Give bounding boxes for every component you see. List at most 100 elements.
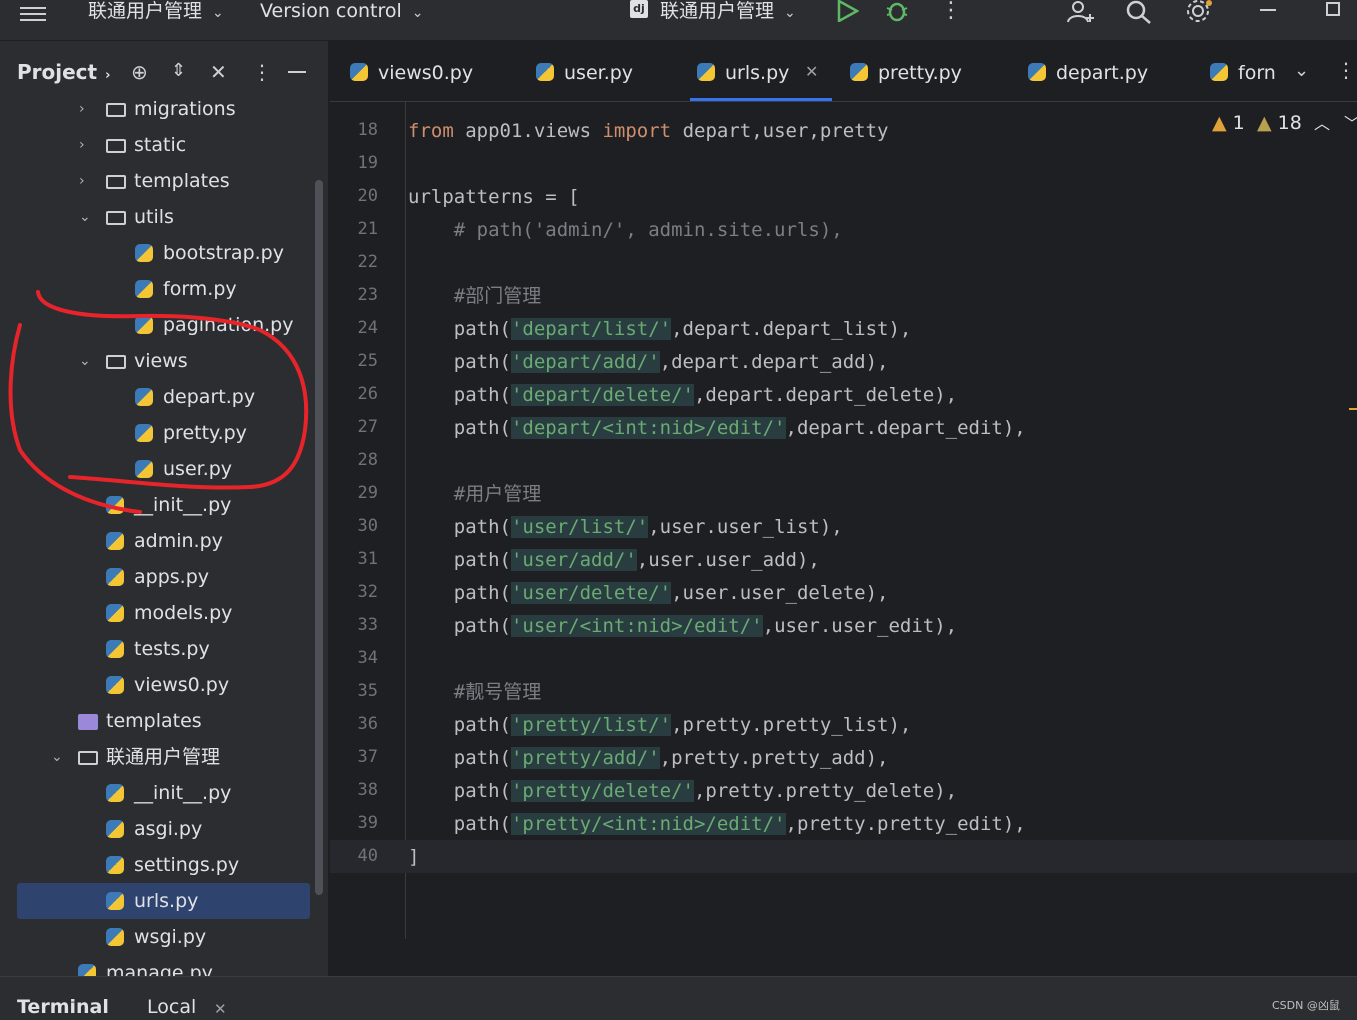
line-number: 40 bbox=[357, 846, 378, 866]
run-configuration-selector[interactable]: 联通用户管理 ⌄ bbox=[660, 0, 796, 24]
tree-item[interactable]: asgi.py bbox=[0, 811, 328, 847]
vcs-menu[interactable]: Version control ⌄ bbox=[260, 0, 424, 24]
code-line[interactable]: path('depart/<int:nid>/edit/',depart.dep… bbox=[408, 412, 1026, 445]
python-file-icon bbox=[106, 676, 124, 694]
code-line[interactable]: path('pretty/<int:nid>/edit/',pretty.pre… bbox=[408, 808, 1026, 841]
hide-panel-icon[interactable] bbox=[288, 71, 306, 73]
terminal-title[interactable]: Terminal bbox=[17, 996, 109, 1018]
tab-label: pretty.py bbox=[878, 62, 962, 84]
tree-item[interactable]: › templates bbox=[0, 163, 328, 199]
code-line[interactable]: path('user/add/',user.user_add), bbox=[408, 544, 820, 577]
warning-count-a[interactable]: ▲ 1 bbox=[1212, 112, 1245, 134]
tree-item[interactable]: wsgi.py bbox=[0, 919, 328, 955]
chevron-right-icon[interactable]: › bbox=[79, 163, 93, 199]
line-number: 28 bbox=[357, 450, 378, 470]
project-switcher[interactable]: 联通用户管理 ⌄ bbox=[88, 0, 224, 24]
line-number: 26 bbox=[357, 384, 378, 404]
previous-highlight-icon[interactable]: ︿ bbox=[1314, 110, 1330, 134]
settings-gear-icon[interactable] bbox=[1185, 0, 1215, 24]
tree-item-label: wsgi.py bbox=[134, 926, 207, 948]
tabs-dropdown-icon[interactable]: ⌄ bbox=[1294, 60, 1309, 81]
tree-item[interactable]: bootstrap.py bbox=[0, 235, 328, 271]
folder-icon bbox=[106, 175, 126, 189]
main-menu-icon[interactable] bbox=[20, 3, 46, 23]
chevron-right-icon[interactable]: › bbox=[79, 127, 93, 163]
code-line[interactable]: path('pretty/list/',pretty.pretty_list), bbox=[408, 709, 911, 742]
tree-item[interactable]: › migrations bbox=[0, 91, 328, 127]
tree-item-label: tests.py bbox=[134, 638, 210, 660]
tree-item[interactable]: tests.py bbox=[0, 631, 328, 667]
folder-icon bbox=[106, 139, 126, 153]
chevron-down-icon[interactable]: ⌄ bbox=[51, 739, 65, 775]
code-line[interactable]: #靓号管理 bbox=[408, 676, 541, 709]
python-file-icon bbox=[1028, 63, 1046, 81]
terminal-tab-local[interactable]: Local bbox=[147, 996, 196, 1018]
line-number: 34 bbox=[357, 648, 378, 668]
more-actions-icon[interactable]: ⋮ bbox=[940, 0, 962, 23]
code-line[interactable]: path('user/<int:nid>/edit/',user.user_ed… bbox=[408, 610, 957, 643]
current-line-highlight bbox=[330, 840, 1357, 873]
code-line[interactable]: path('pretty/delete/',pretty.pretty_dele… bbox=[408, 775, 957, 808]
code-line[interactable]: urlpatterns = [ bbox=[408, 181, 580, 214]
tree-item[interactable]: apps.py bbox=[0, 559, 328, 595]
code-line[interactable]: ] bbox=[408, 841, 419, 874]
tree-item[interactable]: templates bbox=[0, 703, 328, 739]
code-line[interactable]: #用户管理 bbox=[408, 478, 541, 511]
chevron-down-icon: ⌄ bbox=[784, 5, 796, 21]
code-line[interactable]: #部门管理 bbox=[408, 280, 541, 313]
python-file-icon bbox=[697, 63, 715, 81]
tree-item[interactable]: ⌄ utils bbox=[0, 199, 328, 235]
tree-item-label: templates bbox=[134, 170, 230, 192]
tree-item[interactable]: views0.py bbox=[0, 667, 328, 703]
run-config-name: 联通用户管理 bbox=[660, 0, 775, 22]
tab-label: views0.py bbox=[378, 62, 474, 84]
python-file-icon bbox=[106, 604, 124, 622]
line-number: 31 bbox=[357, 549, 378, 569]
code-line[interactable]: # path('admin/', admin.site.urls), bbox=[408, 214, 843, 247]
tree-item[interactable]: › static bbox=[0, 127, 328, 163]
python-file-icon bbox=[106, 928, 124, 946]
warning-count-b[interactable]: ▲ 18 bbox=[1257, 112, 1302, 134]
line-number: 36 bbox=[357, 714, 378, 734]
minimize-window-icon[interactable] bbox=[1260, 9, 1276, 11]
tree-item[interactable]: ⌄ 联通用户管理 bbox=[0, 739, 328, 775]
panel-options-icon[interactable]: ⋮ bbox=[252, 60, 272, 84]
line-number: 37 bbox=[357, 747, 378, 767]
run-icon[interactable] bbox=[835, 0, 859, 22]
chevron-right-icon[interactable]: › bbox=[79, 91, 93, 127]
chevron-down-icon[interactable]: ⌄ bbox=[79, 199, 93, 235]
search-icon[interactable] bbox=[1126, 0, 1152, 24]
tree-item[interactable]: models.py bbox=[0, 595, 328, 631]
line-number: 27 bbox=[357, 417, 378, 437]
code-line[interactable]: path('depart/list/',depart.depart_list), bbox=[408, 313, 911, 346]
tree-item[interactable]: settings.py bbox=[0, 847, 328, 883]
project-panel-title[interactable]: Project › bbox=[17, 60, 110, 84]
code-line[interactable]: path('depart/delete/',depart.depart_dele… bbox=[408, 379, 957, 412]
debug-icon[interactable] bbox=[884, 0, 910, 22]
code-line[interactable]: path('user/delete/',user.user_delete), bbox=[408, 577, 888, 610]
close-terminal-tab-icon[interactable]: ✕ bbox=[214, 1000, 227, 1018]
tree-item[interactable]: __init__.py bbox=[0, 775, 328, 811]
project-panel-header: Project › ⊕ ⇕ ✕ ⋮ bbox=[0, 52, 328, 92]
line-number: 22 bbox=[357, 252, 378, 272]
tree-item[interactable]: urls.py bbox=[17, 883, 310, 919]
maximize-window-icon[interactable] bbox=[1326, 2, 1340, 16]
python-file-icon bbox=[350, 63, 368, 81]
collapse-all-icon[interactable]: ✕ bbox=[210, 60, 227, 84]
close-tab-icon[interactable]: ✕ bbox=[805, 62, 818, 81]
python-file-icon bbox=[106, 784, 124, 802]
weak-warning-icon: ▲ bbox=[1257, 112, 1272, 134]
locate-file-icon[interactable]: ⊕ bbox=[131, 60, 148, 84]
code-line[interactable]: path('pretty/add/',pretty.pretty_add), bbox=[408, 742, 888, 775]
code-line[interactable]: from app01.views import depart,user,pret… bbox=[408, 115, 888, 148]
warning-icon: ▲ bbox=[1212, 112, 1227, 134]
folder-icon bbox=[106, 211, 126, 225]
code-line[interactable]: path('user/list/',user.user_list), bbox=[408, 511, 843, 544]
expand-collapse-icon[interactable]: ⇕ bbox=[171, 60, 186, 81]
next-highlight-icon[interactable]: ﹀ bbox=[1344, 110, 1357, 134]
line-number: 35 bbox=[357, 681, 378, 701]
tab-options-icon[interactable]: ⋮ bbox=[1336, 58, 1356, 82]
code-line[interactable]: path('depart/add/',depart.depart_add), bbox=[408, 346, 888, 379]
red-circle-annotation bbox=[8, 290, 309, 514]
add-user-icon[interactable] bbox=[1066, 0, 1096, 24]
